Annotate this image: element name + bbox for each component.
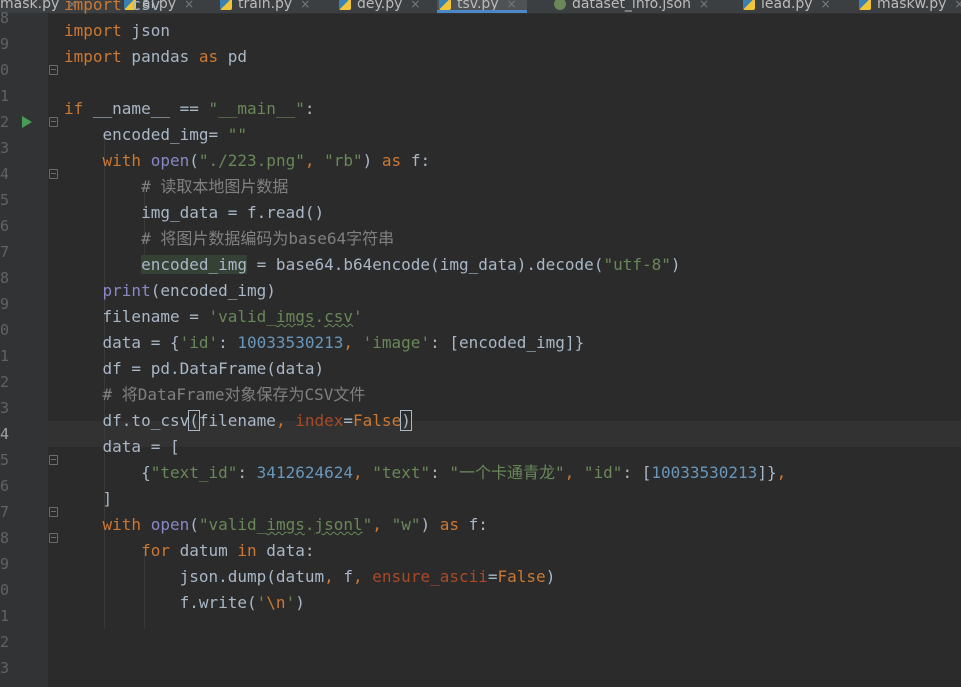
code-line[interactable]: filename = 'valid_imgs.csv' xyxy=(64,304,363,330)
code-line[interactable]: json.dump(datum, f, ensure_ascii=False) xyxy=(64,564,556,590)
code-line[interactable]: ] xyxy=(64,486,113,512)
code-line[interactable]: with open("./223.png", "rb") as f: xyxy=(64,148,431,174)
fold-icon[interactable] xyxy=(49,169,58,179)
code-line[interactable]: import pandas as pd xyxy=(64,44,247,70)
code-line[interactable]: df.to_csv(filename, index=False) xyxy=(64,408,412,434)
code-line[interactable]: import json xyxy=(64,18,170,44)
fold-icon[interactable] xyxy=(49,533,58,543)
code-line[interactable]: f.write('\n') xyxy=(64,590,305,616)
code-line[interactable]: print(encoded_img) xyxy=(64,278,276,304)
code-line[interactable]: encoded_img = base64.b64encode(img_data)… xyxy=(64,252,681,278)
fold-icon[interactable] xyxy=(49,455,58,465)
code-line[interactable]: import csv xyxy=(64,0,160,18)
code-line[interactable]: df = pd.DataFrame(data) xyxy=(64,356,325,382)
fold-icon[interactable] xyxy=(49,65,58,75)
code-line[interactable]: data = [ xyxy=(64,434,180,460)
run-icon[interactable] xyxy=(22,116,32,128)
code-line[interactable]: img_data = f.read() xyxy=(64,200,324,226)
code-line[interactable]: with open("valid_imgs.jsonl", "w") as f: xyxy=(64,512,488,538)
fold-icon[interactable] xyxy=(49,117,58,127)
code-line[interactable]: # 将图片数据编码为base64字符串 xyxy=(64,226,394,252)
fold-icon[interactable] xyxy=(49,507,58,517)
code-line[interactable]: {"text_id": 3412624624, "text": "一个卡通青龙"… xyxy=(64,460,786,486)
code-line[interactable]: for datum in data: xyxy=(64,538,314,564)
code-line[interactable]: # 将DataFrame对象保存为CSV文件 xyxy=(64,382,366,408)
code-line[interactable]: data = {'id': 10033530213, 'image': [enc… xyxy=(64,330,585,356)
code-line[interactable]: # 读取本地图片数据 xyxy=(64,174,288,200)
code-line[interactable]: if __name__ == "__main__": xyxy=(64,96,314,122)
code-line[interactable]: encoded_img= "" xyxy=(64,122,248,148)
code-editor[interactable]: import csv import json import pandas as pd… xyxy=(0,0,961,687)
